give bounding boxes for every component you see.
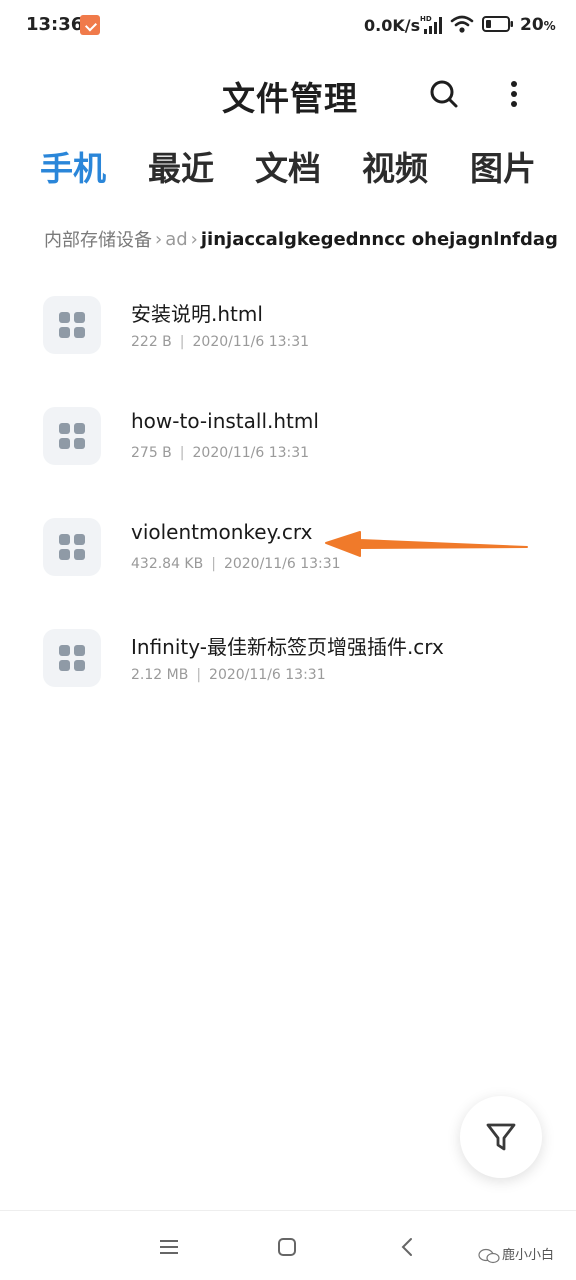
svg-text:HD: HD [420, 15, 432, 23]
watermark: 鹿小小白 [478, 1244, 554, 1264]
search-icon [430, 80, 458, 108]
file-date: 2020/11/6 13:31 [209, 667, 326, 683]
file-date: 2020/11/6 13:31 [192, 334, 310, 350]
app-grid-icon [59, 645, 85, 671]
breadcrumb-current: jinjaccalgkegednncc ohejagnlnfdag [200, 228, 558, 250]
tab-videos[interactable]: 视频 [362, 142, 428, 190]
home-square-icon[interactable] [275, 1235, 299, 1259]
app-grid-icon [59, 534, 85, 560]
file-type-icon-tile [43, 407, 101, 465]
app-grid-icon [59, 423, 85, 449]
file-size: 275 B [131, 445, 172, 461]
more-vertical-icon [511, 81, 517, 107]
file-type-icon-tile [43, 296, 101, 354]
wifi-icon [450, 15, 474, 33]
app-grid-icon [59, 312, 85, 338]
file-row[interactable]: how-to-install.html 275 B | 2020/11/6 13:3… [0, 391, 576, 491]
category-tabs: 手机 最近 文档 视频 图片 [40, 142, 560, 192]
arrow-annotation-icon [325, 531, 528, 557]
tab-images[interactable]: 图片 [470, 142, 536, 190]
network-speed: 0.0K/s [364, 16, 421, 35]
battery-percent: 20% [520, 15, 556, 35]
file-row[interactable]: 安装说明.html 222 B | 2020/11/6 13:31 [0, 280, 576, 380]
file-meta: 222 B | 2020/11/6 13:31 [131, 334, 310, 350]
file-meta: 432.84 KB | 2020/11/6 13:31 [131, 556, 341, 572]
file-size: 432.84 KB [131, 556, 204, 572]
search-button[interactable] [422, 72, 466, 116]
chevron-right-icon: › [155, 228, 163, 250]
tab-phone[interactable]: 手机 [40, 142, 106, 190]
tab-documents[interactable]: 文档 [255, 142, 321, 190]
file-row[interactable]: Infinity-最佳新标签页增强插件.crx 2.12 MB | 2020/11/… [0, 613, 576, 713]
file-type-icon-tile [43, 518, 101, 576]
status-bar: 13:36 0.0K/s HD 20% [0, 0, 576, 52]
more-options-button[interactable] [492, 72, 536, 116]
menu-icon[interactable] [157, 1235, 181, 1259]
signal-icon: HD [420, 15, 442, 34]
breadcrumb-middle[interactable]: ad [165, 229, 187, 250]
file-date: 2020/11/6 13:31 [192, 445, 310, 461]
filter-button[interactable] [460, 1096, 542, 1178]
file-name: Infinity-最佳新标签页增强插件.crx [131, 635, 444, 659]
breadcrumb-root[interactable]: 内部存储设备 [44, 226, 152, 252]
file-manager-screen: 13:36 0.0K/s HD 20% 文件管理 手机 最近 文档 视频 图片 … [0, 0, 576, 1280]
filter-icon [486, 1123, 516, 1151]
file-size: 2.12 MB [131, 667, 189, 683]
page-title: 文件管理 [222, 79, 358, 118]
chevron-right-icon: › [190, 228, 198, 250]
wechat-icon [478, 1248, 500, 1263]
file-name: 安装说明.html [131, 302, 263, 326]
back-chevron-icon[interactable] [396, 1235, 420, 1259]
tab-recent[interactable]: 最近 [148, 142, 214, 190]
notification-icon [80, 15, 100, 35]
file-size: 222 B [131, 334, 172, 350]
breadcrumb: 内部存储设备 › ad › jinjaccalgkegednncc ohejagnlnf… [44, 226, 564, 252]
file-name: violentmonkey.crx [131, 520, 313, 544]
status-time: 13:36 [26, 14, 84, 35]
file-meta: 2.12 MB | 2020/11/6 13:31 [131, 667, 326, 683]
file-type-icon-tile [43, 629, 101, 687]
file-name: how-to-install.html [131, 409, 319, 433]
battery-icon [482, 16, 513, 32]
file-meta: 275 B | 2020/11/6 13:31 [131, 445, 310, 461]
